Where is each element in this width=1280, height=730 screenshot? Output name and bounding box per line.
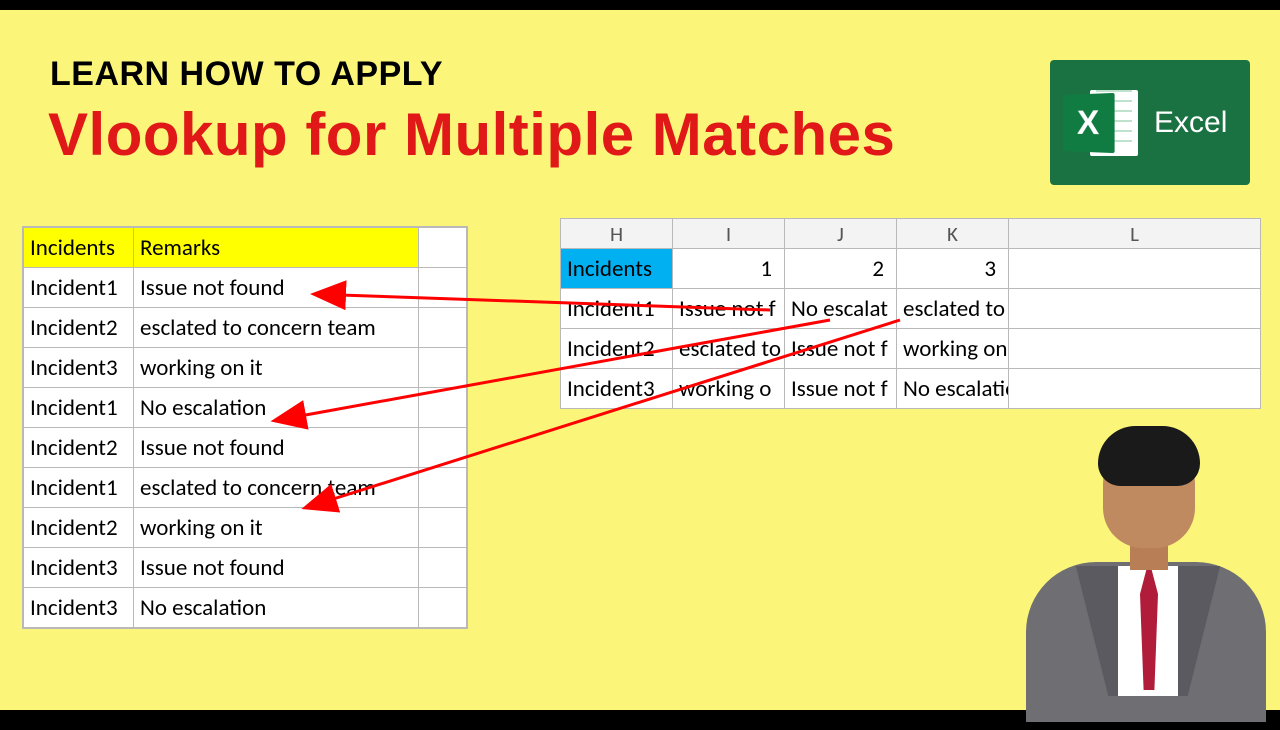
excel-label: Excel (1154, 106, 1227, 140)
cell: Issue not found (134, 428, 419, 468)
cell: working on it (134, 508, 419, 548)
cell: No escalation (134, 588, 419, 628)
header-cell: 1 (673, 249, 785, 289)
header-cell: 2 (785, 249, 897, 289)
cell: No escalation (134, 388, 419, 428)
table-row: Incidents Remarks (24, 228, 467, 268)
cell: No escalation (897, 369, 1009, 409)
table-row: Incident3Issue not found (24, 548, 467, 588)
cell: Incident1 (24, 388, 134, 428)
excel-badge: X Excel (1050, 60, 1250, 185)
thumbnail-canvas: LEARN HOW TO APPLY Vlookup for Multiple … (0, 10, 1280, 710)
cell: esclated to concern team (134, 468, 419, 508)
cell: Issue not f (785, 329, 897, 369)
header-cell: 3 (897, 249, 1009, 289)
cell: Incident2 (24, 308, 134, 348)
cell: Incident3 (561, 369, 673, 409)
result-table: H I J K L Incidents 1 2 3 Incident1 Issu… (560, 218, 1260, 409)
table-row: Incident1No escalation (24, 388, 467, 428)
cell: Issue not f (785, 369, 897, 409)
cell: Incident2 (24, 508, 134, 548)
column-letters-row: H I J K L (561, 219, 1261, 249)
cell: esclated to (673, 329, 785, 369)
cell: Issue not f (673, 289, 785, 329)
excel-x-glyph: X (1063, 92, 1114, 152)
column-letter: J (785, 219, 897, 249)
table-row: Incident1 Issue not f No escalat esclate… (561, 289, 1261, 329)
table-row: Incident2esclated to concern team (24, 308, 467, 348)
col-header: Remarks (134, 228, 419, 268)
column-letter: H (561, 219, 673, 249)
col-header: Incidents (24, 228, 134, 268)
header-cell: Incidents (561, 249, 673, 289)
table-row: Incidents 1 2 3 (561, 249, 1261, 289)
table-row: Incident2 esclated to Issue not f workin… (561, 329, 1261, 369)
cell: Incident2 (561, 329, 673, 369)
cell: Incident1 (24, 268, 134, 308)
cell: Issue not found (134, 268, 419, 308)
empty-cell (419, 228, 467, 268)
table-row: Incident1esclated to concern team (24, 468, 467, 508)
cell: Incident1 (24, 468, 134, 508)
cell: esclated to concern team (897, 289, 1009, 329)
cell (1009, 289, 1261, 329)
cell: Incident3 (24, 588, 134, 628)
pretitle-text: LEARN HOW TO APPLY (50, 55, 443, 94)
cell: Incident3 (24, 548, 134, 588)
table-row: Incident1Issue not found (24, 268, 467, 308)
column-letter: I (673, 219, 785, 249)
cell: working o (673, 369, 785, 409)
cell: Incident2 (24, 428, 134, 468)
header-cell (1009, 249, 1261, 289)
cell: Incident1 (561, 289, 673, 329)
cell: esclated to concern team (134, 308, 419, 348)
table-row: Incident3working on it (24, 348, 467, 388)
cell: Incident3 (24, 348, 134, 388)
cell (1009, 369, 1261, 409)
table-row: Incident3 working o Issue not f No escal… (561, 369, 1261, 409)
excel-icon: X (1062, 84, 1140, 162)
presenter-photo (1018, 418, 1268, 708)
table-row: Incident2Issue not found (24, 428, 467, 468)
cell (1009, 329, 1261, 369)
cell: No escalat (785, 289, 897, 329)
table-row: Incident3No escalation (24, 588, 467, 628)
table-row: Incident2working on it (24, 508, 467, 548)
title-text: Vlookup for Multiple Matches (48, 100, 895, 169)
column-letter: L (1009, 219, 1261, 249)
column-letter: K (897, 219, 1009, 249)
cell: Issue not found (134, 548, 419, 588)
cell: working on it (134, 348, 419, 388)
cell: working on it (897, 329, 1009, 369)
source-table: Incidents Remarks Incident1Issue not fou… (22, 226, 468, 629)
